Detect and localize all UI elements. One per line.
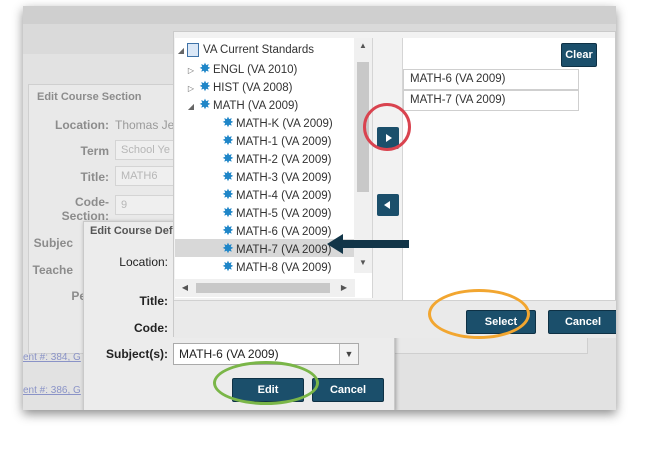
tree-item[interactable]: ✸ MATH-6 (VA 2009)	[220, 221, 331, 239]
remove-from-selection-button[interactable]	[377, 194, 399, 216]
chevron-down-icon[interactable]: ▼	[339, 344, 358, 364]
tree-group-hist[interactable]: ▷ ✸ HIST (VA 2008)	[185, 77, 293, 95]
tree-item-label: MATH-2 (VA 2009)	[236, 154, 332, 166]
tree-item[interactable]: ✸ MATH-4 (VA 2009)	[220, 185, 331, 203]
tree-item-label: MATH-3 (VA 2009)	[236, 172, 332, 184]
tree-item[interactable]: ✸ MATH-5 (VA 2009)	[220, 203, 331, 221]
code-section-input[interactable]: 9	[115, 195, 177, 215]
selected-standards-pane: MATH-6 (VA 2009) MATH-7 (VA 2009)	[402, 38, 615, 300]
expander-expanded-icon[interactable]: ◢	[185, 98, 197, 116]
standard-star-icon: ✸	[222, 132, 234, 148]
standard-star-icon: ✸	[222, 222, 234, 238]
cancel-button[interactable]: Cancel	[312, 378, 384, 402]
tree-root[interactable]: ◢ VA Current Standards	[175, 41, 314, 59]
standards-tree: ◢ VA Current Standards ▷ ✸ ENGL (VA 2010) ▷…	[175, 38, 373, 298]
tree-item[interactable]: ✸ MATH-8 (VA 2009)	[220, 257, 331, 275]
selected-standard-item[interactable]: MATH-6 (VA 2009)	[403, 69, 579, 90]
standard-star-icon: ✸	[222, 186, 234, 202]
student-link-1[interactable]: ent #: 384, G	[23, 352, 81, 363]
location-value: Thomas Je	[115, 118, 175, 132]
dialog-title: Edit Course Def	[90, 225, 173, 237]
dialog-title: Edit Course Section	[37, 91, 142, 103]
standard-star-icon: ✸	[199, 78, 211, 94]
subjects-select-value: MATH-6 (VA 2009)	[179, 347, 279, 361]
app-top-bar	[23, 6, 616, 24]
annotation-green-circle	[213, 361, 319, 405]
tree-group-label: HIST (VA 2008)	[213, 82, 293, 94]
standard-star-icon: ✸	[199, 96, 211, 112]
selected-standard-item[interactable]: MATH-7 (VA 2009)	[403, 90, 579, 111]
tree-item[interactable]: ✸ MATH-2 (VA 2009)	[220, 149, 331, 167]
tree-item-label: MATH-8 (VA 2009)	[236, 262, 332, 274]
scroll-up-icon[interactable]: ▲	[356, 41, 370, 50]
student-link-2[interactable]: ent #: 386, G	[23, 385, 81, 396]
standard-star-icon: ✸	[222, 240, 234, 256]
tree-item-label: MATH-4 (VA 2009)	[236, 190, 332, 202]
tree-item-label: MATH-7 (VA 2009)	[236, 244, 332, 256]
scroll-right-icon[interactable]: ▶	[337, 283, 351, 292]
tree-horizontal-scroll-thumb[interactable]	[196, 283, 330, 293]
standard-star-icon: ✸	[222, 204, 234, 220]
tree-group-math[interactable]: ◢ ✸ MATH (VA 2009)	[185, 95, 298, 113]
tree-group-engl[interactable]: ▷ ✸ ENGL (VA 2010)	[185, 59, 297, 77]
triangle-left-icon	[384, 201, 390, 209]
term-label: Term	[80, 144, 109, 158]
location-label: Location:	[55, 118, 109, 132]
annotation-red-circle	[363, 103, 411, 151]
tree-group-label: ENGL (VA 2010)	[213, 64, 298, 76]
annotation-arrow-icon	[327, 234, 409, 254]
scroll-left-icon[interactable]: ◀	[178, 283, 192, 292]
subject-label: Subjec	[33, 236, 73, 250]
title-input[interactable]: MATH6	[115, 166, 177, 186]
standard-star-icon: ✸	[222, 150, 234, 166]
tree-root-label: VA Current Standards	[203, 44, 315, 56]
tree-group-label: MATH (VA 2009)	[213, 100, 299, 112]
screenshot-frame: Edit Course Section Location: Thomas Je …	[23, 6, 616, 410]
tree-item-label: MATH-K (VA 2009)	[236, 118, 333, 130]
tree-item-label: MATH-5 (VA 2009)	[236, 208, 332, 220]
tree-item[interactable]: ✸ MATH-K (VA 2009)	[220, 113, 333, 131]
title-label: Title:	[139, 294, 168, 308]
period-label: Pe	[71, 289, 86, 303]
subjects-label: Subject(s):	[105, 347, 168, 361]
book-icon	[187, 42, 199, 57]
title-label: Title:	[80, 170, 109, 184]
standard-star-icon: ✸	[222, 258, 234, 274]
code-label: Code:	[134, 321, 168, 335]
tree-item[interactable]: ✸ MATH-3 (VA 2009)	[220, 167, 331, 185]
clear-button[interactable]: Clear	[561, 43, 597, 67]
teacher-label: Teache	[32, 263, 73, 277]
tree-item-label: MATH-6 (VA 2009)	[236, 226, 332, 238]
cancel-button[interactable]: Cancel	[548, 310, 616, 334]
location-label: Location:	[119, 255, 168, 269]
standard-star-icon: ✸	[222, 168, 234, 184]
tree-item[interactable]: ✸ MATH-1 (VA 2009)	[220, 131, 331, 149]
standard-star-icon: ✸	[199, 60, 211, 76]
term-select[interactable]: School Ye	[115, 140, 177, 160]
expander-expanded-icon[interactable]: ◢	[175, 42, 187, 60]
standards-picker-dialog: ◢ VA Current Standards ▷ ✸ ENGL (VA 2010) ▷…	[173, 31, 616, 338]
tree-item-label: MATH-1 (VA 2009)	[236, 136, 332, 148]
code-section-label-line1: Code-	[75, 195, 109, 209]
scroll-down-icon[interactable]: ▼	[356, 258, 370, 267]
standard-star-icon: ✸	[222, 114, 234, 130]
annotation-orange-circle	[428, 289, 530, 339]
